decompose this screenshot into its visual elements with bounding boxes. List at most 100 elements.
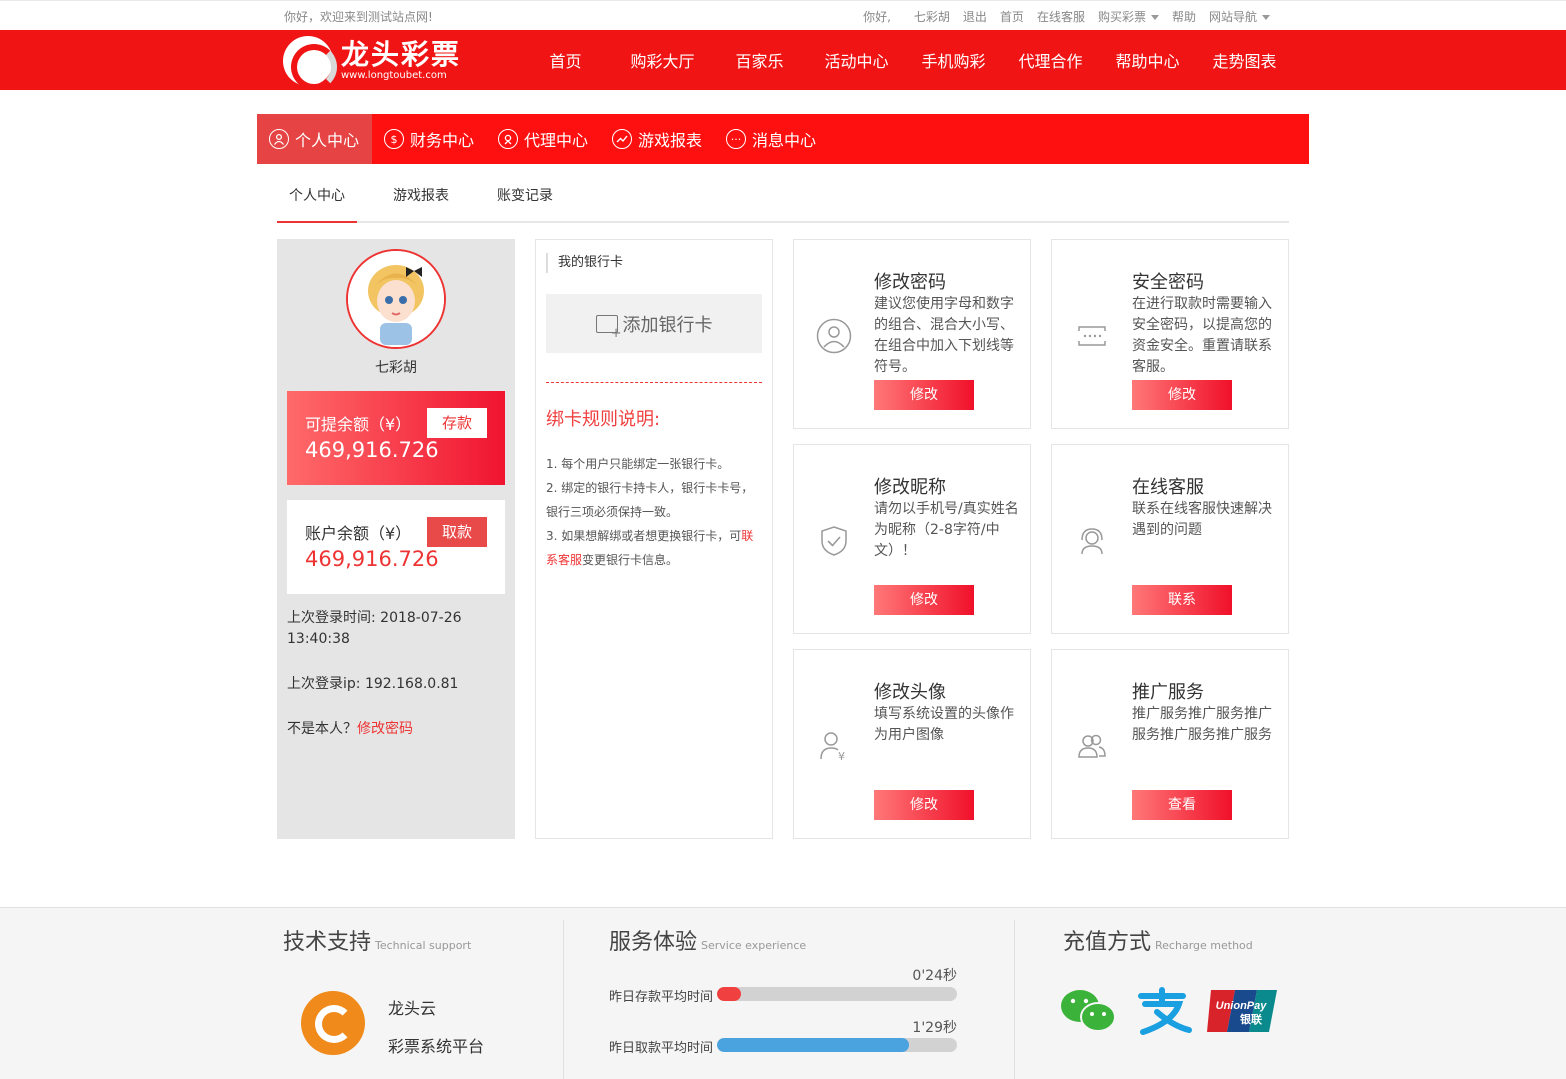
site-nav-label: 网站导航 <box>1208 10 1257 24</box>
nav-home[interactable]: 首页 <box>517 48 614 72</box>
tab-finance-center[interactable]: $ 财务中心 <box>372 114 486 164</box>
headset-icon <box>1074 523 1110 559</box>
greeting-text: 你好, <box>863 10 891 24</box>
tab-label: 代理中心 <box>524 131 589 150</box>
username-link[interactable]: 七彩胡 <box>914 8 950 25</box>
tab-label: 个人中心 <box>295 131 360 150</box>
card-change-nickname: 修改昵称 请勿以手机号/真实姓名为昵称（2-8字符/中文）！ 修改 <box>793 444 1031 634</box>
withdrawable-label: 可提余额（¥） <box>305 415 412 434</box>
subtab-account-changes[interactable]: 账变记录 <box>497 185 553 205</box>
tab-label: 财务中心 <box>410 131 475 150</box>
profile-username: 七彩胡 <box>375 360 417 376</box>
subtab-personal-center[interactable]: 个人中心 <box>289 185 345 205</box>
main-header: 龙头彩票 www.longtoubet.com 首页 购彩大厅 百家乐 活动中心… <box>0 30 1566 90</box>
home-link[interactable]: 首页 <box>1000 8 1024 25</box>
last-ip-value: 192.168.0.81 <box>364 676 459 692</box>
main-nav: 首页 购彩大厅 百家乐 活动中心 手机购彩 代理合作 帮助中心 走势图表 <box>517 30 1293 90</box>
sub-tabs: 个人中心 游戏报表 账变记录 <box>277 170 1289 223</box>
add-bank-card-button[interactable]: 添加银行卡 <box>546 294 762 353</box>
buy-lottery-dropdown[interactable]: 购买彩票 <box>1098 8 1159 25</box>
recharge-subtitle: Recharge method <box>1155 939 1253 952</box>
card-title: 安全密码 <box>1132 272 1204 293</box>
nav-lottery-hall[interactable]: 购彩大厅 <box>614 48 711 72</box>
footer: 技术支持 Technical support 龙头云 彩票系统平台 服务体验 Ser… <box>0 907 1566 1079</box>
card-title: 修改昵称 <box>874 477 946 498</box>
nav-baccarat[interactable]: 百家乐 <box>711 48 808 72</box>
service-link[interactable]: 在线客服 <box>1037 8 1085 25</box>
help-link[interactable]: 帮助 <box>1172 8 1196 25</box>
card-change-avatar: ¥ 修改头像 填写系统设置的头像作为用户图像 修改 <box>793 649 1031 839</box>
avatar-image <box>348 251 444 347</box>
not-me-row: 不是本人？修改密码 <box>287 719 413 740</box>
add-card-icon <box>595 314 622 341</box>
last-login-label: 上次登录时间: <box>287 610 376 626</box>
tab-message-center[interactable]: ··· 消息中心 <box>714 114 828 164</box>
logo-url: www.longtoubet.com <box>341 70 447 81</box>
user-icon <box>269 129 289 149</box>
withdrawable-balance-card: 可提余额（¥） 469,916.726 存款 <box>287 391 505 485</box>
change-security-password-button[interactable]: 修改 <box>1132 380 1232 410</box>
withdrawable-value: 469,916.726 <box>305 438 439 462</box>
withdraw-time-value: 1'29秒 <box>912 1020 957 1036</box>
change-avatar-button[interactable]: 修改 <box>874 790 974 820</box>
profile-panel: 七彩胡 可提余额（¥） 469,916.726 存款 账户余额（¥） 469,9… <box>277 239 515 839</box>
change-password-link[interactable]: 修改密码 <box>357 721 413 737</box>
footer-divider <box>1014 920 1015 1079</box>
service-subtitle: Service experience <box>701 939 807 952</box>
subtab-game-report[interactable]: 游戏报表 <box>393 185 449 205</box>
account-balance-label: 账户余额（¥） <box>305 524 412 543</box>
card-title: 推广服务 <box>1132 682 1204 703</box>
deposit-time-bar <box>717 987 957 1001</box>
message-icon: ··· <box>726 129 747 149</box>
site-nav-dropdown[interactable]: 网站导航 <box>1209 8 1270 25</box>
top-links: 你好, 七彩胡 退出 首页 在线客服 购买彩票 帮助 网站导航 <box>863 8 1270 25</box>
deposit-time-value: 0'24秒 <box>912 968 957 984</box>
agent-icon <box>498 129 519 149</box>
bank-card-panel: 我的银行卡 添加银行卡 绑卡规则说明: 1. 每个用户只能绑定一张银行卡。 2.… <box>535 239 773 839</box>
account-balance-value: 469,916.726 <box>305 547 439 571</box>
withdraw-time-bar <box>717 1038 957 1052</box>
nav-mobile[interactable]: 手机购彩 <box>905 48 1002 72</box>
card-online-service: 在线客服 联系在线客服快速解决遇到的问题 联系 <box>1051 444 1289 634</box>
deposit-button[interactable]: 存款 <box>427 408 487 438</box>
shield-check-icon <box>816 523 852 559</box>
divider <box>546 382 762 383</box>
unionpay-cn-text: 银联 <box>1240 1012 1262 1026</box>
card-desc: 请勿以手机号/真实姓名为昵称（2-8字符/中文）！ <box>874 501 1019 559</box>
add-bank-card-label: 添加银行卡 <box>622 314 713 336</box>
unionpay-text: UnionPay <box>1216 1000 1268 1012</box>
nav-help[interactable]: 帮助中心 <box>1099 48 1196 72</box>
nav-activities[interactable]: 活动中心 <box>808 48 905 72</box>
footer-divider <box>563 920 564 1079</box>
change-password-button[interactable]: 修改 <box>874 380 974 410</box>
card-title: 在线客服 <box>1132 477 1204 498</box>
nav-agent[interactable]: 代理合作 <box>1002 48 1099 72</box>
withdraw-button[interactable]: 取款 <box>427 517 487 547</box>
site-logo[interactable]: 龙头彩票 www.longtoubet.com <box>283 36 461 90</box>
recharge-title: 充值方式 <box>1063 930 1152 955</box>
logout-link[interactable]: 退出 <box>963 8 987 25</box>
service-title: 服务体验 <box>609 930 698 955</box>
nav-trend[interactable]: 走势图表 <box>1196 48 1293 72</box>
tech-desc: 彩票系统平台 <box>388 1037 485 1056</box>
card-desc: 建议您使用字母和数字的组合、混合大小写、在组合中加入下划线等符号。 <box>874 296 1014 375</box>
avatar[interactable] <box>346 249 446 349</box>
logo-icon <box>283 36 337 90</box>
rules-list: 1. 每个用户只能绑定一张银行卡。 2. 绑定的银行卡持卡人，银行卡卡号，银行三… <box>546 452 760 572</box>
change-nickname-button[interactable]: 修改 <box>874 585 974 615</box>
account-balance-card: 账户余额（¥） 469,916.726 取款 <box>287 500 505 594</box>
card-desc: 推广服务推广服务推广服务推广服务推广服务 <box>1132 706 1272 743</box>
card-change-password: 修改密码 建议您使用字母和数字的组合、混合大小写、在组合中加入下划线等符号。 修… <box>793 239 1031 429</box>
last-login-ip: 上次登录ip: 192.168.0.81 <box>287 674 458 695</box>
tab-personal-center[interactable]: 个人中心 <box>257 114 372 164</box>
tab-agent-center[interactable]: 代理中心 <box>486 114 600 164</box>
rule-text: 变更银行卡信息。 <box>582 553 679 567</box>
password-field-icon <box>1074 318 1110 354</box>
service-experience-title: 服务体验 Service experience <box>609 924 806 956</box>
users-icon <box>1074 728 1110 764</box>
bank-card-title: 我的银行卡 <box>546 253 623 273</box>
view-promotion-button[interactable]: 查看 <box>1132 790 1232 820</box>
contact-button[interactable]: 联系 <box>1132 585 1232 615</box>
tab-game-report[interactable]: 游戏报表 <box>600 114 714 164</box>
unionpay-icon: UnionPay 银联 <box>1205 986 1277 1036</box>
